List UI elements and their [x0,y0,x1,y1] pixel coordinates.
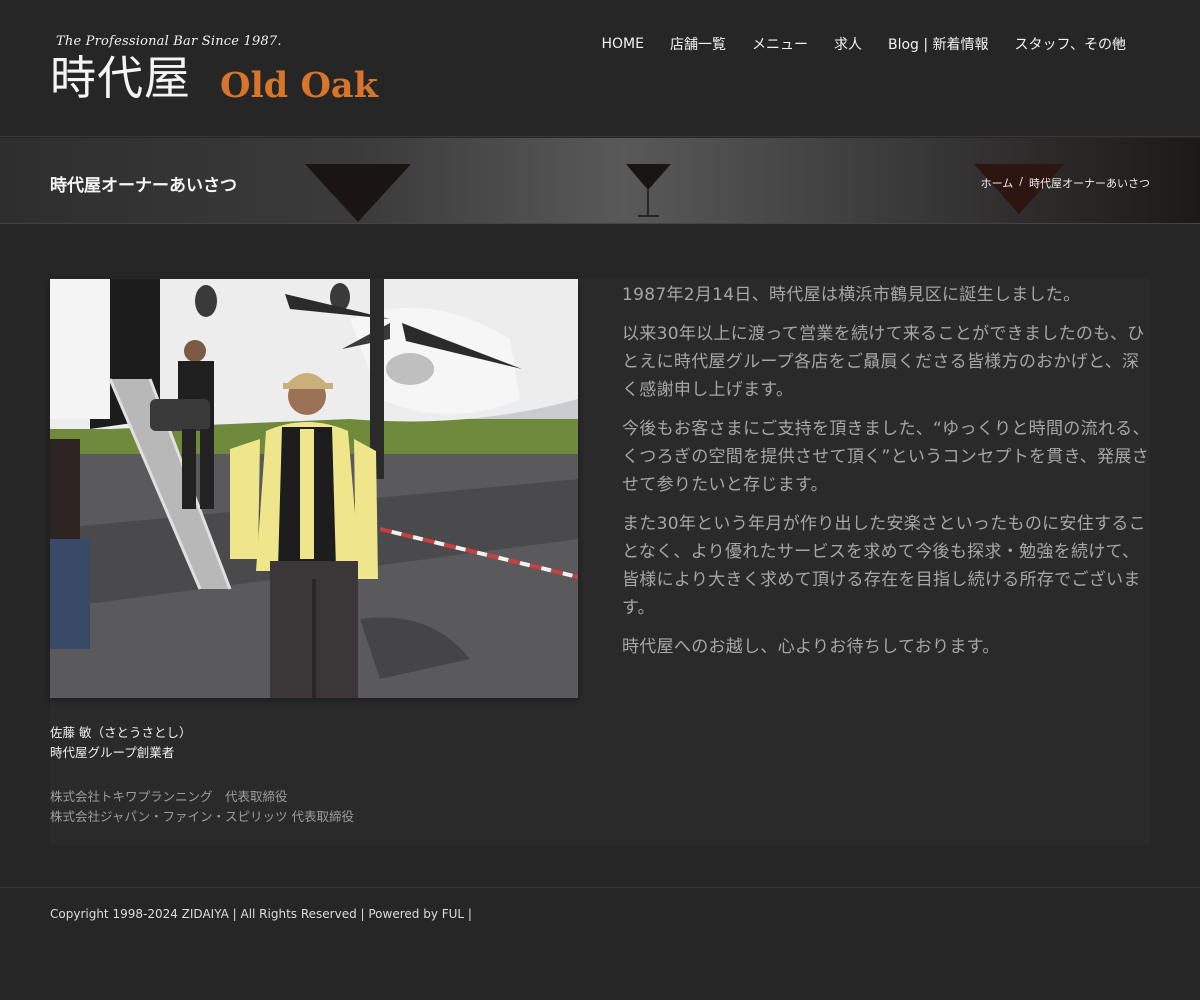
breadcrumb-separator: / [1019,175,1023,188]
nav-item-home[interactable]: HOME [601,36,643,52]
owner-position-1: 株式会社トキワプランニング 代表取締役 [50,789,288,804]
page-title-bar: 時代屋オーナーあいさつ ホーム / 時代屋オーナーあいさつ [0,138,1200,224]
breadcrumb-current: 時代屋オーナーあいさつ [1029,177,1150,190]
message-paragraph: 今後もお客さまにご支持を頂きました、“ゆっくりと時間の流れる、くつろぎの空間を提… [622,419,1150,495]
owner-name: 佐藤 敏（さとうさとし） [50,725,192,740]
logo-english: Old Oak [220,65,378,106]
breadcrumb-home[interactable]: ホーム [981,175,1014,191]
copyright-text: Copyright 1998-2024 ZIDAIYA | All Rights… [50,907,472,921]
logo-kanji: 時代屋 [50,51,191,105]
owner-caption: 佐藤 敏（さとうさとし） 時代屋グループ創業者 [50,723,191,763]
owner-photo [50,279,578,698]
glass-shape-center [626,164,671,190]
owner-position-2: 株式会社ジャパン・ファイン・スピリッツ 代表取締役 [50,809,354,824]
message-paragraph: 時代屋へのお越し、心よりお待ちしております。 [622,637,1000,657]
owner-positions: 株式会社トキワプランニング 代表取締役 株式会社ジャパン・ファイン・スピリッツ … [50,787,354,827]
site-logo[interactable]: The Professional Bar Since 1987. 時代屋 Old… [50,32,378,108]
nav-item-stores[interactable]: 店舗一覧 [670,34,726,54]
owner-role: 時代屋グループ創業者 [50,745,175,760]
message-paragraph: また30年という年月が作り出した安楽さといったものに安住することなく、より優れた… [622,514,1146,618]
message-paragraph: 以来30年以上に渡って営業を続けて来ることができましたのも、ひとえに時代屋グルー… [622,324,1145,400]
greeting-message: 1987年2月14日、時代屋は横浜市鶴見区に誕生しました。 以来30年以上に渡っ… [622,281,1150,672]
nav-item-staff[interactable]: スタッフ、その他 [1015,34,1126,54]
language-icon[interactable]: 88 [1112,38,1125,49]
logo-tagline: The Professional Bar Since 1987. [56,34,282,49]
message-paragraph: 1987年2月14日、時代屋は横浜市鶴見区に誕生しました。 [622,285,1081,305]
owner-photo-illustration [50,279,578,698]
nav-item-menu[interactable]: メニュー [752,34,808,54]
site-footer: Copyright 1998-2024 ZIDAIYA | All Rights… [0,887,1200,1000]
breadcrumb: ホーム / 時代屋オーナーあいさつ [981,175,1150,191]
glass-shape-left [305,164,411,222]
page-title: 時代屋オーナーあいさつ [50,176,237,196]
main-nav: HOME 店舗一覧 メニュー 求人 Blog | 新着情報 スタッフ、その他 [601,34,1126,54]
nav-item-blog[interactable]: Blog | 新着情報 [888,34,989,54]
site-header: The Professional Bar Since 1987. 時代屋 Old… [0,0,1200,137]
nav-item-recruit[interactable]: 求人 [834,34,862,54]
